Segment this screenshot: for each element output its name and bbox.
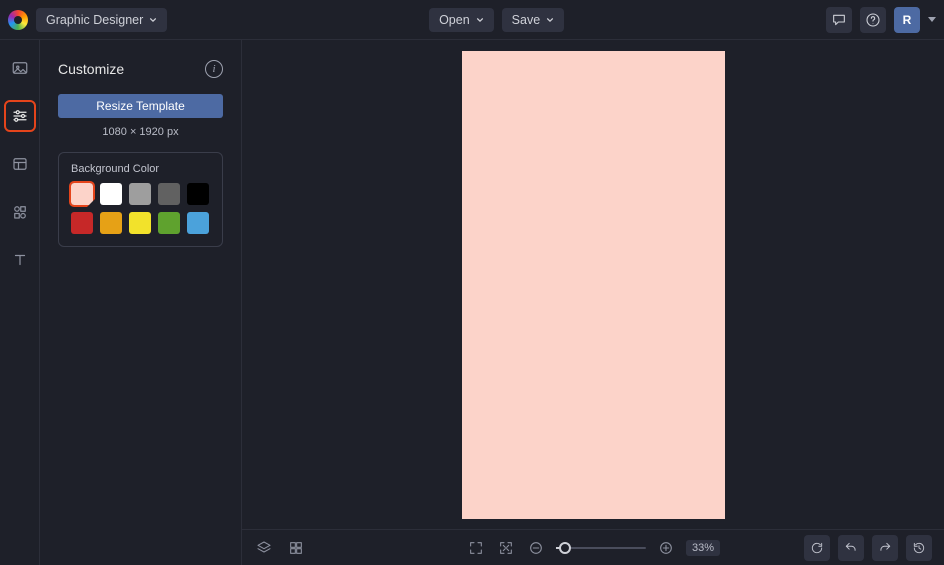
fullscreen-button[interactable] [466, 538, 486, 558]
help-button[interactable] [860, 7, 886, 33]
shapes-icon [11, 203, 29, 221]
swatch-2[interactable] [129, 183, 151, 205]
swatch-grid [71, 183, 210, 234]
rail-shapes[interactable] [6, 198, 34, 226]
swatch-7[interactable] [129, 212, 151, 234]
background-label: Background Color [71, 163, 210, 175]
history-icon [912, 541, 926, 555]
app-name-dropdown[interactable]: Graphic Designer [36, 8, 167, 32]
avatar-initial: R [903, 13, 912, 27]
customize-panel: Customize i Resize Template 1080 × 1920 … [40, 40, 242, 565]
image-icon [11, 59, 29, 77]
background-card: Background Color [58, 152, 223, 247]
grid-button[interactable] [286, 538, 306, 558]
refresh-button[interactable] [804, 535, 830, 561]
rail-text[interactable] [6, 246, 34, 274]
main-area: Customize i Resize Template 1080 × 1920 … [0, 40, 944, 565]
swatch-5[interactable] [71, 212, 93, 234]
footer-right [804, 535, 932, 561]
info-button[interactable]: i [205, 60, 223, 78]
zoom-out-button[interactable] [526, 538, 546, 558]
footer-left [254, 538, 306, 558]
swatch-6[interactable] [100, 212, 122, 234]
plus-circle-icon [658, 540, 674, 556]
zoom-in-button[interactable] [656, 538, 676, 558]
chat-icon [831, 12, 847, 28]
rail-customize[interactable] [6, 102, 34, 130]
open-button[interactable]: Open [429, 8, 494, 32]
footer-center: 33% [466, 538, 720, 558]
layers-icon [256, 540, 272, 556]
zoom-percent: 33% [686, 540, 720, 556]
chevron-down-icon [546, 16, 554, 24]
app-name-label: Graphic Designer [46, 13, 143, 27]
swatch-3[interactable] [158, 183, 180, 205]
fit-icon [498, 540, 514, 556]
zoom-slider[interactable] [556, 547, 646, 549]
resize-template-button[interactable]: Resize Template [58, 94, 223, 118]
undo-button[interactable] [838, 535, 864, 561]
swatch-8[interactable] [158, 212, 180, 234]
layers-button[interactable] [254, 538, 274, 558]
comments-button[interactable] [826, 7, 852, 33]
top-bar: Graphic Designer Open Save R [0, 0, 944, 40]
tool-rail [0, 40, 40, 565]
save-label: Save [512, 13, 541, 27]
grid-icon [288, 540, 304, 556]
canvas-area[interactable] [242, 40, 944, 529]
undo-icon [844, 541, 858, 555]
history-button[interactable] [906, 535, 932, 561]
template-dimensions: 1080 × 1920 px [58, 126, 223, 138]
chevron-down-icon [476, 16, 484, 24]
footer-bar: 33% [242, 529, 944, 565]
chevron-down-icon [149, 16, 157, 24]
open-label: Open [439, 13, 470, 27]
slider-thumb[interactable] [559, 542, 571, 554]
rail-image[interactable] [6, 54, 34, 82]
swatch-9[interactable] [187, 212, 209, 234]
app-logo [8, 10, 28, 30]
panel-title: Customize [58, 61, 124, 77]
help-icon [865, 12, 881, 28]
resize-label: Resize Template [96, 99, 185, 113]
artboard[interactable] [462, 51, 725, 519]
top-right: R [826, 7, 936, 33]
text-icon [11, 251, 29, 269]
canvas-wrap: 33% [242, 40, 944, 565]
sliders-icon [11, 107, 29, 125]
top-center: Open Save [429, 8, 564, 32]
refresh-icon [810, 541, 824, 555]
redo-icon [878, 541, 892, 555]
panel-header: Customize i [58, 60, 223, 78]
fullscreen-icon [468, 540, 484, 556]
swatch-1[interactable] [100, 183, 122, 205]
layout-icon [11, 155, 29, 173]
avatar[interactable]: R [894, 7, 920, 33]
account-menu-toggle[interactable] [928, 17, 936, 22]
redo-button[interactable] [872, 535, 898, 561]
swatch-4[interactable] [187, 183, 209, 205]
rail-templates[interactable] [6, 150, 34, 178]
fit-button[interactable] [496, 538, 516, 558]
minus-circle-icon [528, 540, 544, 556]
save-button[interactable]: Save [502, 8, 565, 32]
swatch-0[interactable] [71, 183, 93, 205]
